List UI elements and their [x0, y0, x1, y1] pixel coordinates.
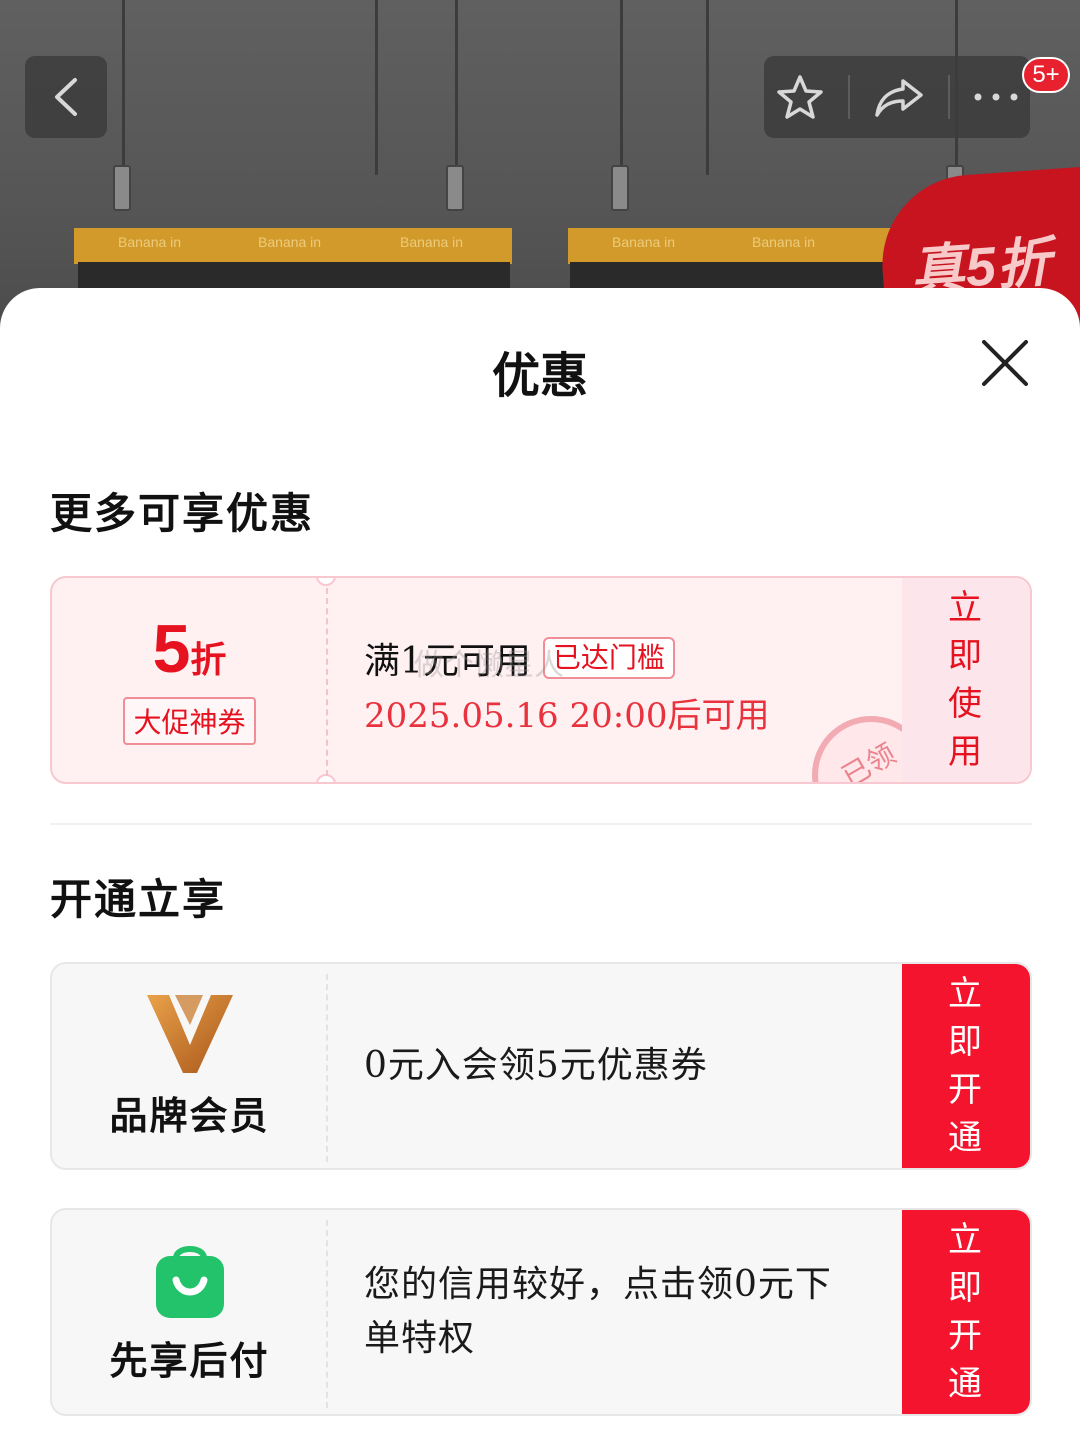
discount-value: 5: [152, 611, 191, 687]
section-title-activate: 开通立享: [50, 875, 227, 924]
message-count-badge: 5+: [1022, 57, 1070, 93]
brand-tag: Banana in: [258, 234, 322, 250]
product-image-background: Banana in Banana in Banana in Banana in …: [0, 0, 1080, 330]
section-divider: [50, 823, 1032, 825]
close-button[interactable]: [978, 336, 1032, 390]
pay-later-card[interactable]: 先享后付 您的信用较好，点击领0元下单特权 立即开通: [50, 1208, 1032, 1416]
sheet-title: 优惠: [491, 348, 588, 404]
pay-later-label: 先享后付: [109, 1337, 270, 1383]
more-button[interactable]: [973, 92, 1019, 102]
shopping-bag-icon: [155, 1245, 224, 1318]
brand-member-label: 品牌会员: [109, 1092, 270, 1138]
brand-tag: Banana in: [118, 234, 182, 250]
coupon-tag: 大促神券: [123, 697, 256, 745]
brand-member-logo-area: 品牌会员: [52, 964, 327, 1168]
brand-member-description: 0元入会领5元优惠券: [364, 1045, 708, 1086]
activate-label: 立即开通: [948, 1220, 984, 1404]
use-now-button[interactable]: 立即使用: [902, 578, 1030, 782]
brand-tag: Banana in: [400, 234, 464, 250]
brand-member-card[interactable]: 品牌会员 0元入会领5元优惠券 立即开通: [50, 962, 1032, 1170]
top-action-group: [764, 56, 1030, 138]
coupon-validity: 2025.05.16 20:00后可用: [364, 696, 770, 736]
watermark-text: 做个懒星人: [414, 649, 564, 682]
section-title-more-offers: 更多可享优惠: [50, 489, 315, 538]
close-icon: [982, 340, 1028, 386]
share-button[interactable]: [873, 75, 925, 119]
pay-later-logo-area: 先享后付: [52, 1210, 327, 1414]
claimed-stamp-text: 已领: [836, 737, 902, 784]
separator: [848, 75, 851, 119]
discount-unit: 折: [190, 639, 227, 680]
pay-later-description-text: 您的信用较好，点击领0元下单特权: [364, 1264, 832, 1359]
coupon-discount: 5折: [153, 615, 227, 683]
dashed-divider: [326, 974, 328, 1162]
back-button[interactable]: [25, 56, 107, 138]
coupon-card[interactable]: 5折 大促神券 满1元可用 已达门槛 做个懒星人 2025.05.16 20:0…: [50, 576, 1032, 784]
star-icon: [777, 75, 824, 119]
share-arrow-icon: [875, 79, 923, 117]
chevron-left-icon: [55, 78, 77, 116]
activate-pay-later-button[interactable]: 立即开通: [902, 1210, 1030, 1414]
use-now-label: 立即使用: [948, 588, 984, 772]
favorite-button[interactable]: [775, 73, 825, 121]
brand-tag: Banana in: [612, 234, 676, 250]
coupon-discount-area: 5折 大促神券: [52, 578, 327, 782]
activate-member-button[interactable]: 立即开通: [902, 964, 1030, 1168]
more-dots-icon: [974, 93, 1018, 101]
brand-member-logo-icon: [146, 994, 233, 1073]
activate-label: 立即开通: [948, 974, 984, 1158]
brand-tag: Banana in: [752, 234, 816, 250]
dashed-divider: [326, 588, 328, 776]
separator: [947, 75, 950, 119]
dashed-divider: [326, 1220, 328, 1408]
pay-later-description: 您的信用较好，点击领0元下单特权: [364, 1210, 904, 1414]
offers-sheet: 优惠 更多可享优惠 5折 大促神券 满1元可用 已达门槛 做个懒星人 2025.…: [0, 288, 1080, 1456]
